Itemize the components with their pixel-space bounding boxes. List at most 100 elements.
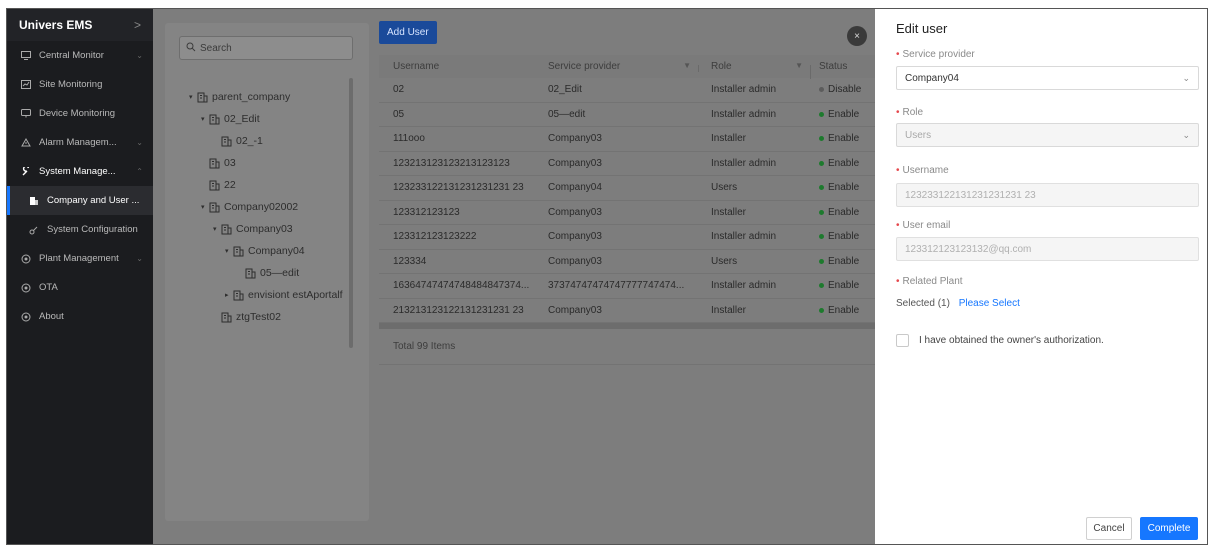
- sidebar-item-company-and-user[interactable]: Company and User ...: [7, 186, 153, 215]
- cell-username: 123334: [393, 255, 427, 267]
- role-select[interactable]: Users ⌄: [896, 123, 1199, 147]
- cell-role: Installer admin: [711, 108, 777, 120]
- table-row[interactable]: 123312123123 Company03 Installer Enable: [379, 201, 876, 225]
- related-plant-selection: Selected (1) Please Select: [896, 298, 1020, 309]
- table-row[interactable]: 123213123123213123123 Company03 Installe…: [379, 152, 876, 176]
- label-text: Username: [902, 165, 949, 176]
- tree-node[interactable]: 05—edit: [165, 262, 355, 284]
- label-text: Service provider: [902, 49, 975, 60]
- sidebar-item-alarm-management[interactable]: Alarm Managem... ⌄: [7, 128, 153, 157]
- tree-node[interactable]: ▾ Company03: [165, 218, 355, 240]
- caret-down-icon[interactable]: ▾: [213, 225, 221, 233]
- service-provider-select[interactable]: Company04 ⌄: [896, 66, 1199, 90]
- user-table: Username Service provider ▼ Role ▼ Statu…: [379, 55, 876, 365]
- sidebar-item-site-monitoring[interactable]: Site Monitoring: [7, 70, 153, 99]
- sidebar-item-about[interactable]: About: [7, 302, 153, 331]
- related-plant-label: • Related Plant: [896, 276, 963, 287]
- tree-node[interactable]: ztgTest02: [165, 306, 355, 328]
- please-select-link[interactable]: Please Select: [959, 298, 1020, 309]
- tree-node[interactable]: ▸ envisiont estAportalf: [165, 284, 355, 306]
- sidebar-item-ota[interactable]: OTA: [7, 273, 153, 302]
- collapse-sidebar-icon[interactable]: >: [134, 18, 141, 32]
- sidebar-item-label: Site Monitoring: [39, 79, 103, 90]
- table-row[interactable]: 111ooo Company03 Installer Enable: [379, 127, 876, 152]
- tree-node[interactable]: ▾ parent_company: [165, 86, 355, 108]
- brand-name: Univers EMS: [19, 18, 93, 32]
- filter-icon[interactable]: ▼: [683, 61, 691, 70]
- caret-down-icon[interactable]: ▾: [201, 203, 209, 211]
- table-row[interactable]: 123233122131231231231 23 Company04 Users…: [379, 176, 876, 201]
- display-icon: [19, 109, 33, 118]
- caret-right-icon[interactable]: ▸: [225, 291, 233, 299]
- status-text: Enable: [828, 231, 860, 243]
- sidebar-item-central-monitor[interactable]: Central Monitor ⌄: [7, 41, 153, 70]
- selected-count: Selected (1): [896, 298, 950, 309]
- caret-down-icon[interactable]: ▾: [189, 93, 197, 101]
- status-text: Enable: [828, 182, 860, 194]
- table-row[interactable]: 02 02_Edit Installer admin Disable: [379, 78, 876, 103]
- tree-node[interactable]: 03: [165, 152, 355, 174]
- table-row[interactable]: 123334 Company03 Users Enable: [379, 250, 876, 274]
- tree-node-label: Company04: [248, 245, 305, 257]
- sidebar-item-label: About: [39, 311, 64, 322]
- email-label: • User email: [896, 220, 950, 231]
- tree-node-label: 03: [224, 157, 236, 169]
- chevron-down-icon: ⌄: [1182, 72, 1190, 83]
- cell-username: 16364747474748484847374...: [393, 280, 530, 292]
- authorization-checkbox[interactable]: [896, 334, 909, 347]
- cell-status: Enable: [811, 231, 876, 242]
- authorization-row[interactable]: I have obtained the owner's authorizatio…: [896, 334, 1104, 347]
- tree-node-label: ztgTest02: [236, 311, 281, 323]
- cell-status: Enable: [811, 182, 876, 193]
- select-value: Users: [905, 129, 932, 141]
- cancel-button[interactable]: Cancel: [1086, 517, 1132, 540]
- cell-status: Enable: [811, 280, 876, 291]
- status-dot: [819, 307, 824, 313]
- caret-down-icon[interactable]: ▾: [225, 247, 233, 255]
- tree-scrollbar[interactable]: [349, 78, 353, 348]
- building-icon: [209, 180, 220, 191]
- tree-node-label: Company03: [236, 223, 293, 235]
- filter-icon[interactable]: ▼: [795, 61, 803, 70]
- caret-down-icon[interactable]: ▾: [201, 115, 209, 123]
- sidebar-item-system-management[interactable]: System Manage... ⌃: [7, 157, 153, 186]
- tree-node[interactable]: 02_-1: [165, 130, 355, 152]
- plant-icon: [19, 254, 33, 264]
- column-header-status[interactable]: Status: [811, 61, 876, 72]
- service-provider-label: • Service provider: [896, 49, 975, 60]
- tree-node[interactable]: ▾ 02_Edit: [165, 108, 355, 130]
- username-input[interactable]: 123233122131231231231 23: [896, 183, 1199, 207]
- cell-status: Enable: [811, 109, 876, 120]
- search-icon: [186, 42, 196, 55]
- status-dot: [819, 283, 824, 289]
- input-value: 123233122131231231231 23: [905, 189, 1036, 201]
- status-dot: [819, 87, 824, 93]
- complete-button[interactable]: Complete: [1140, 517, 1198, 540]
- sidebar-item-device-monitoring[interactable]: Device Monitoring: [7, 99, 153, 128]
- cell-provider: Company03: [548, 157, 602, 169]
- column-header-username[interactable]: Username: [379, 61, 536, 72]
- tree-node[interactable]: ▾ Company02002: [165, 196, 355, 218]
- email-input[interactable]: 123312123123132@qq.com: [896, 237, 1199, 261]
- column-header-role[interactable]: Role ▼: [699, 61, 811, 79]
- table-row[interactable]: 123312123123222 Company03 Installer admi…: [379, 225, 876, 250]
- table-row[interactable]: 05 05—edit Installer admin Enable: [379, 103, 876, 127]
- ota-icon: [19, 283, 33, 293]
- table-row[interactable]: 16364747474748484847374... 3737474747474…: [379, 274, 876, 299]
- tree-node[interactable]: ▾ Company04: [165, 240, 355, 262]
- cell-status: Enable: [811, 133, 876, 144]
- cell-status: Enable: [811, 207, 876, 218]
- cell-provider: 02_Edit: [548, 84, 582, 96]
- column-divider: [810, 65, 811, 79]
- close-drawer-icon[interactable]: ×: [847, 26, 867, 46]
- column-header-service-provider[interactable]: Service provider ▼: [536, 61, 699, 72]
- status-dot: [819, 185, 824, 191]
- sidebar-item-system-configuration[interactable]: System Configuration: [7, 215, 153, 244]
- table-row[interactable]: 213213123122131231231 23 Company03 Insta…: [379, 299, 876, 323]
- status-text: Enable: [828, 157, 860, 169]
- sidebar-item-plant-management[interactable]: Plant Management ⌄: [7, 244, 153, 273]
- tree-node[interactable]: 22: [165, 174, 355, 196]
- brand-header[interactable]: Univers EMS >: [7, 9, 153, 41]
- add-user-button[interactable]: Add User: [379, 21, 437, 44]
- tree-search-input[interactable]: Search: [179, 36, 353, 60]
